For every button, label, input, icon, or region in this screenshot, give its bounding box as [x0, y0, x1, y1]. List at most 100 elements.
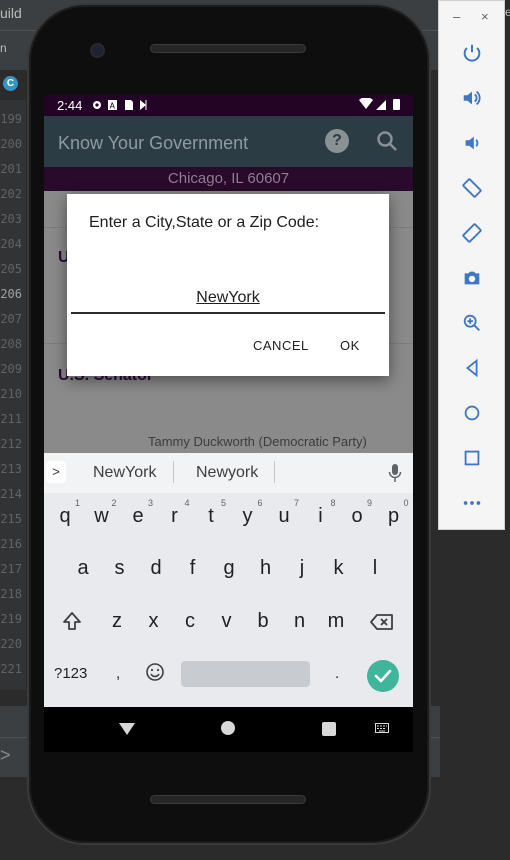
line-number: 215 [0, 512, 22, 526]
key[interactable]: t [196, 505, 226, 528]
suggestion-2[interactable]: Newyork [196, 464, 258, 482]
location-dialog: Enter a City,State or a Zip Code: CANCEL… [67, 194, 389, 376]
location-label: Chicago, IL 60607 [44, 167, 413, 191]
key[interactable]: a [68, 557, 98, 580]
line-number: 199 [0, 112, 22, 126]
key[interactable]: p [379, 505, 409, 528]
key[interactable]: o [342, 505, 372, 528]
key[interactable]: g [214, 557, 244, 580]
key[interactable]: b [248, 610, 278, 633]
line-number: 201 [0, 162, 22, 176]
home-icon[interactable] [457, 398, 487, 428]
soft-keyboard: > NewYork Newyork q1w2e3r4t5y6u7i8o9p0 as… [44, 453, 413, 707]
ide-menu-build[interactable]: uild [0, 5, 22, 21]
line-number: 210 [0, 387, 22, 401]
status-system-icons [359, 97, 403, 114]
emoji-icon[interactable] [145, 662, 165, 682]
key-hint: 2 [111, 498, 117, 508]
line-number: 212 [0, 437, 22, 451]
key[interactable]: i [306, 505, 336, 528]
key[interactable]: k [324, 557, 354, 580]
rotate-left-icon[interactable] [457, 173, 487, 203]
comma-key[interactable]: , [116, 665, 120, 682]
suggestion-1[interactable]: NewYork [93, 464, 156, 482]
key[interactable]: j [287, 557, 317, 580]
line-number: 218 [0, 587, 22, 601]
camera-icon[interactable] [457, 263, 487, 293]
shift-icon[interactable] [61, 610, 83, 632]
key[interactable]: w [87, 505, 117, 528]
key-hint: 7 [294, 498, 300, 508]
volume-up-icon[interactable] [457, 83, 487, 113]
minimize-button[interactable]: – [453, 9, 460, 24]
key[interactable]: v [212, 610, 242, 633]
key[interactable]: c [175, 610, 205, 633]
back-icon[interactable] [457, 353, 487, 383]
ide-right-text-fragment: ers [505, 5, 510, 19]
backspace-icon[interactable] [370, 613, 394, 631]
key[interactable]: r [160, 505, 190, 528]
volume-down-icon[interactable] [457, 128, 487, 158]
nav-recents-icon[interactable] [322, 722, 336, 736]
zoom-icon[interactable] [457, 308, 487, 338]
search-icon[interactable] [375, 129, 399, 153]
close-button[interactable]: × [481, 9, 489, 24]
expand-toolbar-icon[interactable]: > [46, 461, 66, 483]
period-key[interactable]: . [335, 665, 339, 682]
mic-icon[interactable] [388, 463, 402, 483]
suggestion-separator [274, 461, 275, 483]
navigation-bar [44, 707, 413, 752]
notification-icons-svg: A [93, 100, 147, 111]
key[interactable]: l [360, 557, 390, 580]
symbols-key[interactable]: ?123 [54, 665, 87, 682]
location-input[interactable] [71, 284, 385, 314]
official-name[interactable]: Tammy Duckworth (Democratic Party) [148, 434, 367, 449]
key[interactable]: q [50, 505, 80, 528]
status-time: 2:44 [57, 98, 83, 113]
notification-icons: A [92, 99, 158, 114]
ok-button[interactable]: OK [340, 338, 360, 353]
enter-key[interactable] [367, 660, 399, 692]
key[interactable]: f [178, 557, 208, 580]
key[interactable]: e [123, 505, 153, 528]
svg-text:A: A [110, 102, 119, 111]
line-number: 206 [0, 287, 22, 301]
cancel-button[interactable]: CANCEL [253, 338, 309, 353]
help-icon[interactable]: ? [325, 129, 349, 153]
key[interactable]: y [233, 505, 263, 528]
line-number: 209 [0, 362, 22, 376]
line-number: 214 [0, 487, 22, 501]
key[interactable]: s [105, 557, 135, 580]
device-screen: 2:44 A Know Your Government ? Chicago, I… [44, 95, 413, 707]
chevron-right-icon[interactable]: > [0, 745, 11, 766]
nav-back-icon[interactable] [118, 722, 136, 736]
keyboard-switch-icon[interactable] [375, 723, 389, 733]
line-number: 211 [0, 412, 22, 426]
key[interactable]: u [269, 505, 299, 528]
key-hint: 6 [257, 498, 263, 508]
key[interactable]: h [251, 557, 281, 580]
line-number: 200 [0, 137, 22, 151]
line-number-gutter: 199 200 201 202 203 204 205 206 207 208 209 210 211 2… [0, 100, 26, 690]
key[interactable]: z [102, 610, 132, 633]
line-number: 219 [0, 612, 22, 626]
line-number: 217 [0, 562, 22, 576]
power-icon[interactable] [457, 38, 487, 68]
key[interactable]: m [321, 610, 351, 633]
key-hint: 1 [75, 498, 81, 508]
suggestion-strip: > NewYork Newyork [44, 453, 413, 493]
app-title: Know Your Government [58, 133, 249, 153]
spacebar[interactable] [181, 661, 310, 687]
dialog-message: Enter a City,State or a Zip Code: [89, 214, 320, 231]
status-bar: 2:44 A [44, 95, 413, 116]
overview-icon[interactable] [457, 443, 487, 473]
key[interactable]: n [285, 610, 315, 633]
ide-breadcrumb[interactable]: n [0, 41, 7, 55]
more-icon[interactable] [457, 488, 487, 518]
key-hint: 3 [148, 498, 154, 508]
line-number: 204 [0, 237, 22, 251]
rotate-right-icon[interactable] [457, 218, 487, 248]
key[interactable]: x [139, 610, 169, 633]
nav-home-icon[interactable] [221, 721, 235, 735]
key[interactable]: d [141, 557, 171, 580]
